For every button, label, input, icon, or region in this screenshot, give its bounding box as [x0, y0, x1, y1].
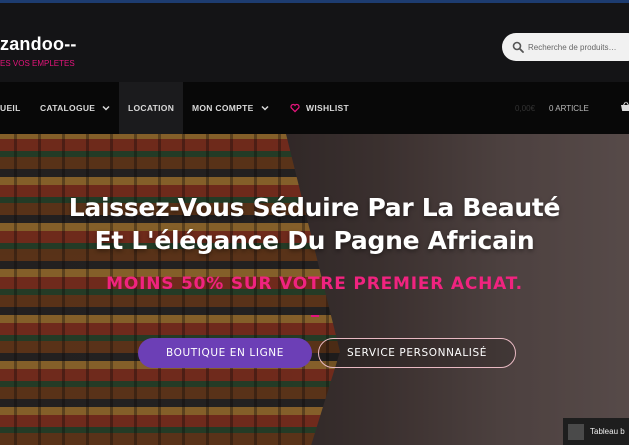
nav-item-label: UEIL	[0, 103, 21, 113]
nav-item-label: CATALOGUE	[40, 103, 96, 113]
nav-item-catalogue[interactable]: CATALOGUE	[40, 82, 110, 134]
hero-banner: Laissez-Vous Séduire Par La Beauté Et L'…	[0, 134, 629, 445]
site-tagline: ES VOS EMPLETES	[0, 59, 75, 68]
nav-item-accueil[interactable]: UEIL	[0, 82, 21, 134]
personalized-service-button[interactable]: SERVICE PERSONNALISÉ	[318, 338, 516, 368]
nav-item-label: WISHLIST	[306, 103, 350, 113]
cart-item-count[interactable]: 0 ARTICLE	[549, 104, 589, 113]
nav-item-mon-compte[interactable]: MON COMPTE	[192, 82, 269, 134]
cart-total[interactable]: 0,00€	[515, 104, 535, 113]
chevron-down-icon	[261, 105, 269, 111]
hero-headline-line1: Laissez-Vous Séduire Par La Beauté	[68, 193, 561, 222]
search-icon	[512, 41, 524, 53]
site-header: zandoo-- ES VOS EMPLETES	[0, 3, 629, 82]
nav-item-label: LOCATION	[128, 103, 175, 113]
nav-item-wishlist[interactable]: WISHLIST	[290, 82, 349, 134]
heart-icon	[290, 103, 300, 113]
chevron-down-icon	[102, 105, 110, 111]
nav-item-location[interactable]: LOCATION	[119, 82, 184, 134]
hero-headline-line2: Et L'élégance Du Pagne Africain	[94, 226, 535, 255]
hero-headline: Laissez-Vous Séduire Par La Beauté Et L'…	[0, 191, 629, 257]
shopping-basket-icon[interactable]	[620, 101, 629, 113]
site-logo-text[interactable]: zandoo--	[0, 34, 77, 55]
search-input[interactable]	[528, 42, 629, 52]
hero-promo-text: MOINS 50% SUR VOTRE PREMIER ACHAT.	[106, 274, 523, 294]
shop-online-button[interactable]: BOUTIQUE EN LIGNE	[138, 338, 312, 368]
promo-divider	[311, 315, 319, 317]
product-search[interactable]	[502, 33, 629, 61]
nav-item-label: MON COMPTE	[192, 103, 254, 113]
widget-icon	[568, 423, 584, 440]
widget-label: Tableau b	[590, 427, 625, 436]
dashboard-widget[interactable]: Tableau b	[563, 418, 629, 445]
